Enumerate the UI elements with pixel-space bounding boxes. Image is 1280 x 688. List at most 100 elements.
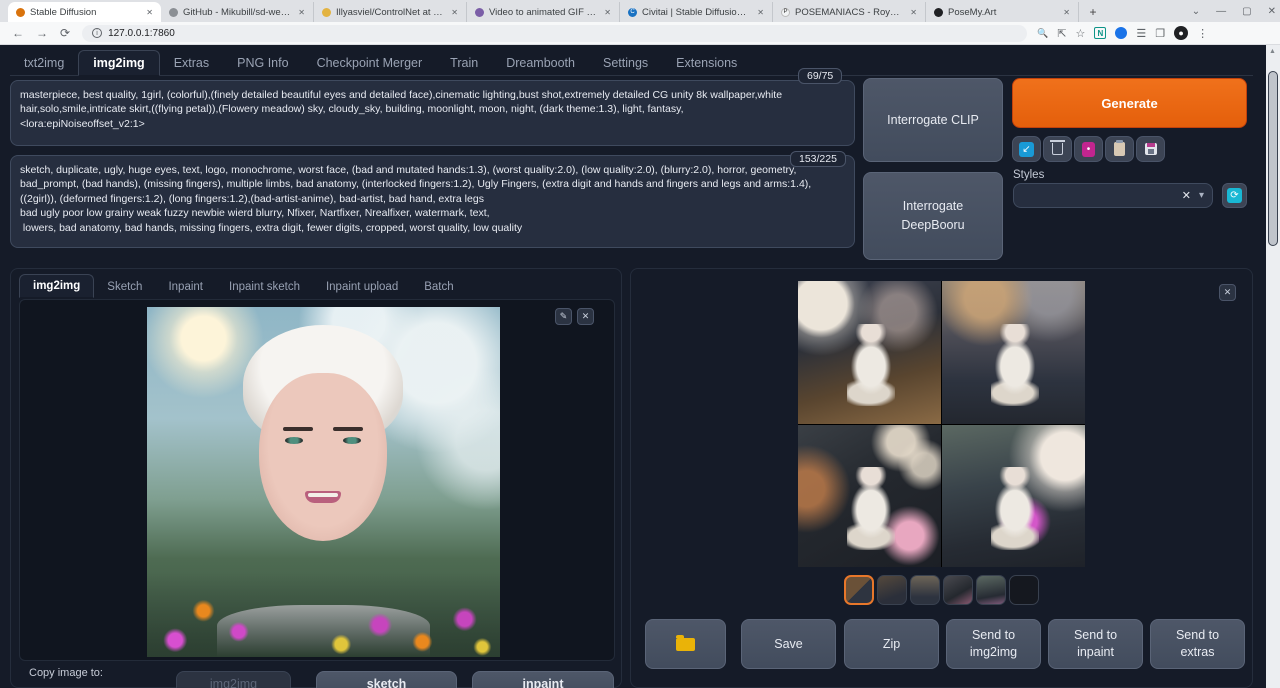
send-to-extras-button[interactable]: Send to extras [1150,619,1245,669]
forward-icon[interactable]: → [36,26,48,40]
subtab-inpaint[interactable]: Inpaint [155,276,216,298]
browser-tab-strip: Stable Diffusion ✕ GitHub - Mikubill/sd-… [0,0,1280,22]
refresh-icon: ⟳ [1227,188,1242,203]
flower-meadow [147,573,500,657]
back-icon[interactable]: ← [12,26,24,40]
save-style-button[interactable] [1136,136,1165,162]
page-scrollbar[interactable]: ▲ [1266,45,1280,688]
browser-tab-civitai[interactable]: C Civitai | Stable Diffusion model ✕ [620,2,773,22]
tab-title: PoseMy.Art [948,7,1056,18]
tab-close-icon[interactable]: ✕ [1061,8,1072,17]
clear-styles-icon[interactable]: ✕ [1182,189,1191,202]
thumbnail-4[interactable] [943,575,973,605]
tab-checkpoint-merger[interactable]: Checkpoint Merger [303,51,437,75]
thumbnail-6[interactable] [1009,575,1039,605]
save-button[interactable]: Save [741,619,836,669]
tab-settings[interactable]: Settings [589,51,662,75]
bookmark-star-icon[interactable]: ☆ [1076,27,1086,40]
tab-close-icon[interactable]: ✕ [144,8,155,17]
folder-icon [676,638,695,651]
tab-train[interactable]: Train [436,51,492,75]
subtab-img2img[interactable]: img2img [19,274,94,298]
tab-img2img[interactable]: img2img [78,50,159,76]
side-panel-icon[interactable]: ❐ [1155,27,1165,40]
browser-tab-controlnet[interactable]: Illyasviel/ControlNet at main ✕ [314,2,467,22]
thumbnail-1[interactable] [844,575,874,605]
tab-extensions[interactable]: Extensions [662,51,751,75]
interrogate-deepbooru-button[interactable]: Interrogate DeepBooru [863,172,1003,260]
clear-prompt-button[interactable] [1043,136,1072,162]
tab-dreambooth[interactable]: Dreambooth [492,51,589,75]
browser-tab-github[interactable]: GitHub - Mikubill/sd-webui-con ✕ [161,2,314,22]
zoom-icon[interactable]: 🔍 [1037,28,1048,39]
source-image-zone[interactable]: ✎ ✕ [19,299,615,661]
scrollbar-up-arrow[interactable]: ▲ [1269,48,1276,55]
tab-title: Civitai | Stable Diffusion model [642,7,750,18]
browser-tab-gif-converter[interactable]: Video to animated GIF converter ✕ [467,2,620,22]
tab-title: GitHub - Mikubill/sd-webui-con [183,7,291,18]
send-to-img2img-button[interactable]: Send to img2img [946,619,1041,669]
zip-button[interactable]: Zip [844,619,939,669]
close-icon[interactable]: ✕ [1268,6,1276,17]
address-bar[interactable]: i 127.0.0.1:7860 [82,25,1027,42]
blue-extension-icon[interactable] [1115,27,1127,39]
interrogate-clip-button[interactable]: Interrogate CLIP [863,78,1003,162]
prompt-token-counter: 69/75 [798,68,842,84]
profile-avatar[interactable]: ● [1174,26,1188,40]
generate-button[interactable]: Generate [1012,78,1247,128]
new-tab-button[interactable]: + [1085,4,1101,20]
chevron-down-icon[interactable]: ▾ [1199,190,1204,201]
portrait-mouth [305,491,341,503]
copy-to-img2img-button[interactable]: img2img [176,671,291,688]
apply-styles-button[interactable] [1105,136,1134,162]
notion-extension-icon[interactable]: N [1094,27,1106,39]
tab-close-icon[interactable]: ✕ [296,8,307,17]
list-icon[interactable]: ☰ [1136,27,1146,40]
open-folder-button[interactable] [645,619,726,669]
subtab-batch[interactable]: Batch [411,276,466,298]
subtab-sketch[interactable]: Sketch [94,276,155,298]
tab-close-icon[interactable]: ✕ [755,8,766,17]
tab-close-icon[interactable]: ✕ [449,8,460,17]
tab-close-icon[interactable]: ✕ [908,8,919,17]
tab-extras[interactable]: Extras [160,51,223,75]
tab-search-icon[interactable]: ⌄ [1192,6,1200,17]
minimize-icon[interactable]: — [1216,6,1226,17]
toolbar-icons: 🔍 ⇱ ☆ N ☰ ❐ ● ⋮ [1037,26,1208,40]
paste-parameters-button[interactable]: ↙ [1012,136,1041,162]
pencil-icon: ✎ [560,311,568,322]
close-icon: ✕ [1224,287,1232,298]
negative-prompt-input[interactable]: sketch, duplicate, ugly, huge eyes, text… [10,155,855,248]
prompt-input[interactable]: masterpiece, best quality, 1girl, (color… [10,80,855,146]
url-text[interactable]: 127.0.0.1:7860 [108,28,175,39]
negative-prompt-token-counter: 153/225 [790,151,846,167]
copy-to-sketch-button[interactable]: sketch [316,671,457,688]
refresh-styles-button[interactable]: ⟳ [1222,183,1247,208]
site-info-icon[interactable]: i [92,28,102,38]
gallery-selected-image[interactable] [798,281,1085,567]
subtab-inpaint-upload[interactable]: Inpaint upload [313,276,411,298]
thumbnail-2[interactable] [877,575,907,605]
remove-image-button[interactable]: ✕ [577,308,594,325]
send-to-inpaint-button[interactable]: Send to inpaint [1048,619,1143,669]
share-icon[interactable]: ⇱ [1057,27,1066,40]
tab-png-info[interactable]: PNG Info [223,51,302,75]
edit-image-button[interactable]: ✎ [555,308,572,325]
thumbnail-3[interactable] [910,575,940,605]
close-gallery-button[interactable]: ✕ [1219,284,1236,301]
browser-tab-stable-diffusion[interactable]: Stable Diffusion ✕ [8,2,161,22]
styles-dropdown[interactable]: ✕ ▾ [1013,183,1213,208]
copy-to-inpaint-button[interactable]: inpaint [472,671,614,688]
scrollbar-thumb[interactable] [1268,71,1278,246]
kebab-menu-icon[interactable]: ⋮ [1197,27,1208,40]
tab-close-icon[interactable]: ✕ [602,8,613,17]
portrait-eye [343,437,361,444]
extra-networks-button[interactable]: • [1074,136,1103,162]
tab-txt2img[interactable]: txt2img [10,51,78,75]
maximize-icon[interactable]: ▢ [1242,6,1251,17]
subtab-inpaint-sketch[interactable]: Inpaint sketch [216,276,313,298]
reload-icon[interactable]: ⟳ [60,26,70,40]
browser-tab-posemaniacs[interactable]: P POSEMANIACS - Royalty free 3 ✕ [773,2,926,22]
thumbnail-5[interactable] [976,575,1006,605]
browser-tab-posemyart[interactable]: PoseMy.Art ✕ [926,2,1079,22]
